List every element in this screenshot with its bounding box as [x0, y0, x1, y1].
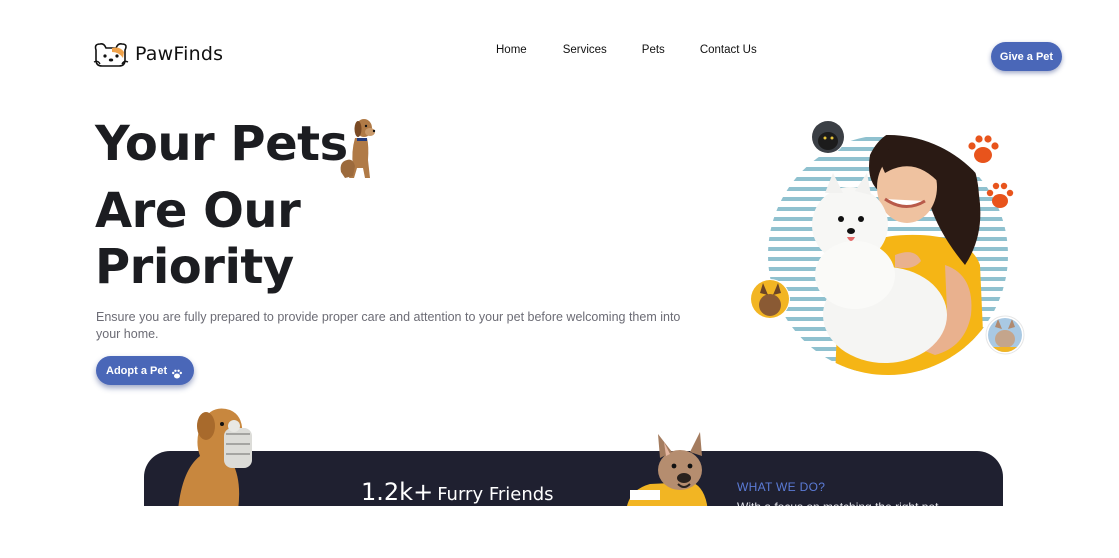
brand-logo[interactable]: PawFinds — [92, 40, 223, 68]
hero-description: Ensure you are fully prepared to provide… — [96, 310, 681, 341]
page-cutoff — [0, 506, 1119, 558]
nav-home[interactable]: Home — [496, 44, 527, 56]
adopt-button-label: Adopt a Pet — [106, 364, 168, 377]
give-a-pet-button[interactable]: Give a Pet — [991, 42, 1062, 71]
hero-woman-with-dog-image — [750, 120, 1025, 375]
hero-title-line-3: Priority — [95, 239, 294, 295]
dog-face-icon — [93, 43, 129, 67]
brand-name: PawFinds — [135, 43, 224, 65]
furry-friends-stat: 1.2k+ Furry Friends — [361, 478, 554, 506]
nav-pets[interactable]: Pets — [642, 44, 665, 56]
hero-title-line-2: Are Our — [95, 183, 301, 239]
what-we-do-heading: WHAT WE DO? — [737, 480, 826, 494]
nav-services[interactable]: Services — [563, 44, 607, 56]
french-bulldog-image — [626, 432, 708, 512]
adopt-a-pet-button[interactable]: Adopt a Pet — [96, 356, 194, 385]
nav-contact-us[interactable]: Contact Us — [700, 44, 757, 56]
stat-label: Furry Friends — [437, 484, 554, 505]
hero-title-line-1: Your Pets — [95, 116, 348, 172]
main-nav: Home Services Pets Contact Us — [496, 44, 757, 56]
stat-number: 1.2k+ — [361, 478, 434, 506]
golden-retriever-image — [178, 408, 252, 510]
puppy-image — [340, 119, 376, 178]
paw-icon — [172, 369, 183, 378]
